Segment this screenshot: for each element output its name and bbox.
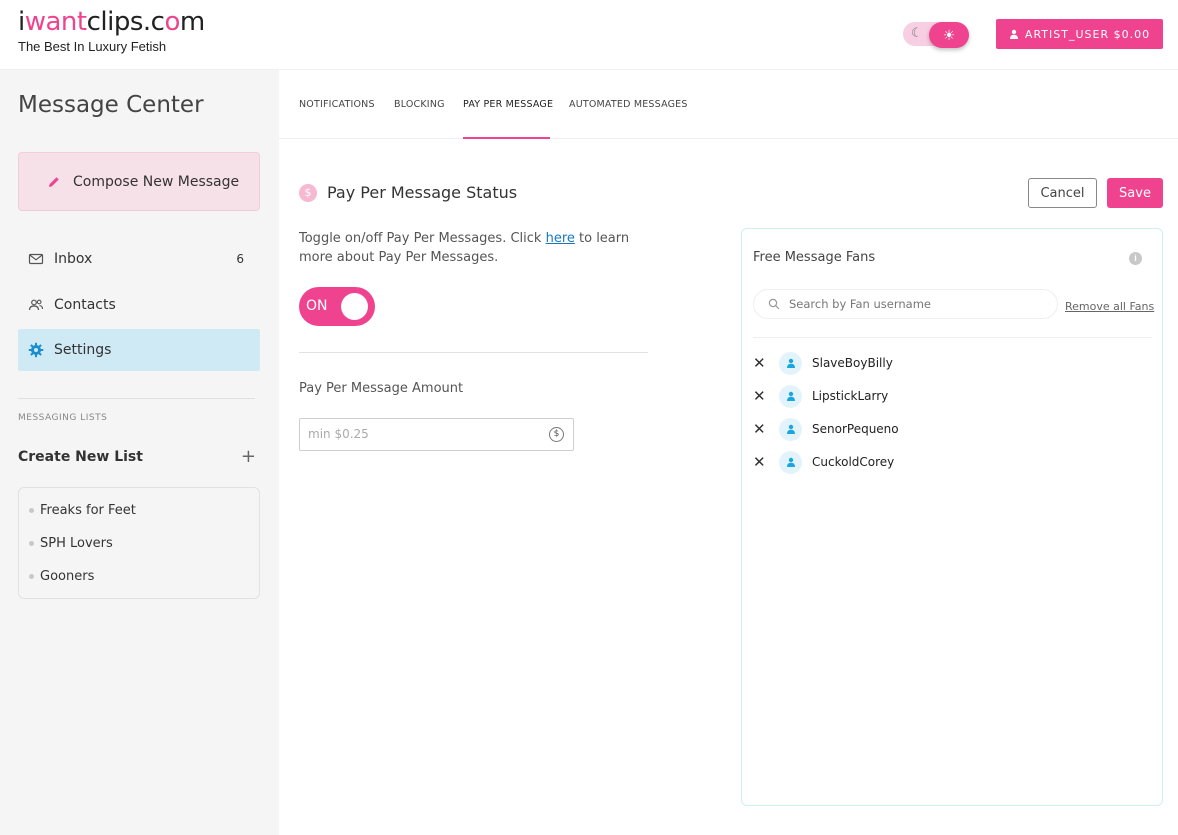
remove-fan-icon[interactable]: ✕ <box>753 354 767 372</box>
sidebar-title: Message Center <box>18 92 204 118</box>
tab-automated-messages[interactable]: AUTOMATED MESSAGES <box>569 99 688 110</box>
section-divider <box>299 352 648 353</box>
bullet-icon <box>29 541 34 546</box>
settings-tabs: NOTIFICATIONS BLOCKING PAY PER MESSAGE A… <box>279 70 1178 139</box>
fan-row: ✕ CuckoldCorey <box>753 450 894 474</box>
user-button-label: ARTIST_USER $0.00 <box>1024 27 1151 41</box>
remove-fan-icon[interactable]: ✕ <box>753 387 767 405</box>
avatar <box>779 417 802 441</box>
messaging-lists: Freaks for Feet SPH Lovers Gooners <box>18 487 260 599</box>
create-list-label: Create New List <box>18 449 143 465</box>
fan-username: LipstickLarry <box>812 389 889 403</box>
list-item-label: Gooners <box>40 569 95 584</box>
logo-want: want <box>24 7 87 37</box>
dollar-icon: $ <box>299 183 317 202</box>
user-account-button[interactable]: ARTIST_USER $0.00 <box>996 19 1163 49</box>
free-message-fans-panel: Free Message Fans i Search by Fan userna… <box>741 228 1163 806</box>
avatar <box>779 384 802 408</box>
cancel-button[interactable]: Cancel <box>1028 178 1097 208</box>
list-item[interactable]: Freaks for Feet <box>29 503 136 518</box>
search-placeholder: Search by Fan username <box>789 297 931 311</box>
pay-per-message-toggle[interactable]: ON <box>299 287 375 326</box>
amount-input[interactable]: min $0.25 $ <box>299 418 574 451</box>
sidebar-item-settings[interactable]: Settings <box>18 329 260 371</box>
fan-row: ✕ SenorPequeno <box>753 417 899 441</box>
search-icon <box>768 298 780 310</box>
create-new-list-button[interactable]: Create New List + <box>18 446 260 467</box>
pay-per-message-status-heading: $ Pay Per Message Status <box>299 183 517 202</box>
contacts-icon <box>28 299 44 311</box>
logo-o: o <box>164 7 180 37</box>
remove-fan-icon[interactable]: ✕ <box>753 420 767 438</box>
sidebar: Message Center Compose New Message Inbox… <box>0 70 279 835</box>
header: iwantclips.com The Best In Luxury Fetish… <box>0 0 1178 70</box>
list-item[interactable]: Gooners <box>29 569 94 584</box>
tab-notifications[interactable]: NOTIFICATIONS <box>299 99 375 110</box>
remove-all-fans-link[interactable]: Remove all Fans <box>1065 300 1154 313</box>
compose-message-button[interactable]: Compose New Message <box>18 152 260 211</box>
fan-username: CuckoldCorey <box>812 455 895 469</box>
fans-title: Free Message Fans <box>753 250 876 265</box>
fans-divider <box>753 337 1152 338</box>
amount-label: Pay Per Message Amount <box>299 381 464 396</box>
learn-more-link[interactable]: here <box>546 231 575 246</box>
dollar-circle-icon: $ <box>549 427 564 442</box>
logo-clips: clips.c <box>86 7 165 37</box>
toggle-knob <box>341 293 368 320</box>
remove-fan-icon[interactable]: ✕ <box>753 453 767 471</box>
fan-search-input[interactable]: Search by Fan username <box>753 289 1058 319</box>
sidebar-divider <box>18 398 255 399</box>
logo-m: m <box>179 7 205 37</box>
info-icon[interactable]: i <box>1129 252 1142 265</box>
mail-icon <box>28 253 44 265</box>
fan-row: ✕ LipstickLarry <box>753 384 888 408</box>
active-tab-indicator <box>463 137 550 139</box>
list-item-label: Freaks for Feet <box>40 503 136 518</box>
sidebar-item-inbox[interactable]: Inbox 6 <box>18 238 260 280</box>
tab-pay-per-message[interactable]: PAY PER MESSAGE <box>463 99 553 110</box>
messaging-lists-heading: MESSAGING LISTS <box>18 413 108 423</box>
bullet-icon <box>29 508 34 513</box>
logo[interactable]: iwantclips.com The Best In Luxury Fetish <box>18 6 205 54</box>
status-title: Pay Per Message Status <box>327 183 518 202</box>
desc-text: Toggle on/off Pay Per Messages. Click <box>299 231 546 246</box>
fan-username: SlaveBoyBilly <box>812 356 893 370</box>
list-item[interactable]: SPH Lovers <box>29 536 113 551</box>
logo-text: iwantclips.com <box>18 6 205 38</box>
avatar <box>779 351 802 375</box>
avatar <box>779 450 802 474</box>
plus-icon[interactable]: + <box>241 446 256 467</box>
gear-icon <box>28 342 44 358</box>
user-icon <box>1009 29 1018 39</box>
sidebar-item-label: Contacts <box>54 297 116 313</box>
status-description: Toggle on/off Pay Per Messages. Click he… <box>299 229 659 267</box>
inbox-count-badge: 6 <box>236 252 244 266</box>
sun-icon: ☀ <box>929 22 969 48</box>
moon-icon: ☾ <box>911 25 923 40</box>
save-button[interactable]: Save <box>1107 178 1163 208</box>
toggle-label: ON <box>306 298 328 314</box>
list-item-label: SPH Lovers <box>40 536 113 551</box>
tagline: The Best In Luxury Fetish <box>18 39 167 54</box>
fan-username: SenorPequeno <box>812 422 899 436</box>
sidebar-item-label: Inbox <box>54 251 93 267</box>
logo-prefix: i <box>18 7 25 37</box>
theme-toggle[interactable]: ☾ ☀ <box>903 22 969 48</box>
fan-row: ✕ SlaveBoyBilly <box>753 351 893 375</box>
tab-blocking[interactable]: BLOCKING <box>394 99 445 110</box>
pencil-icon <box>49 176 59 187</box>
sidebar-item-label: Settings <box>54 342 112 358</box>
sidebar-item-contacts[interactable]: Contacts <box>18 284 260 326</box>
compose-label: Compose New Message <box>73 173 240 190</box>
amount-placeholder: min $0.25 <box>308 427 369 441</box>
bullet-icon <box>29 574 34 579</box>
